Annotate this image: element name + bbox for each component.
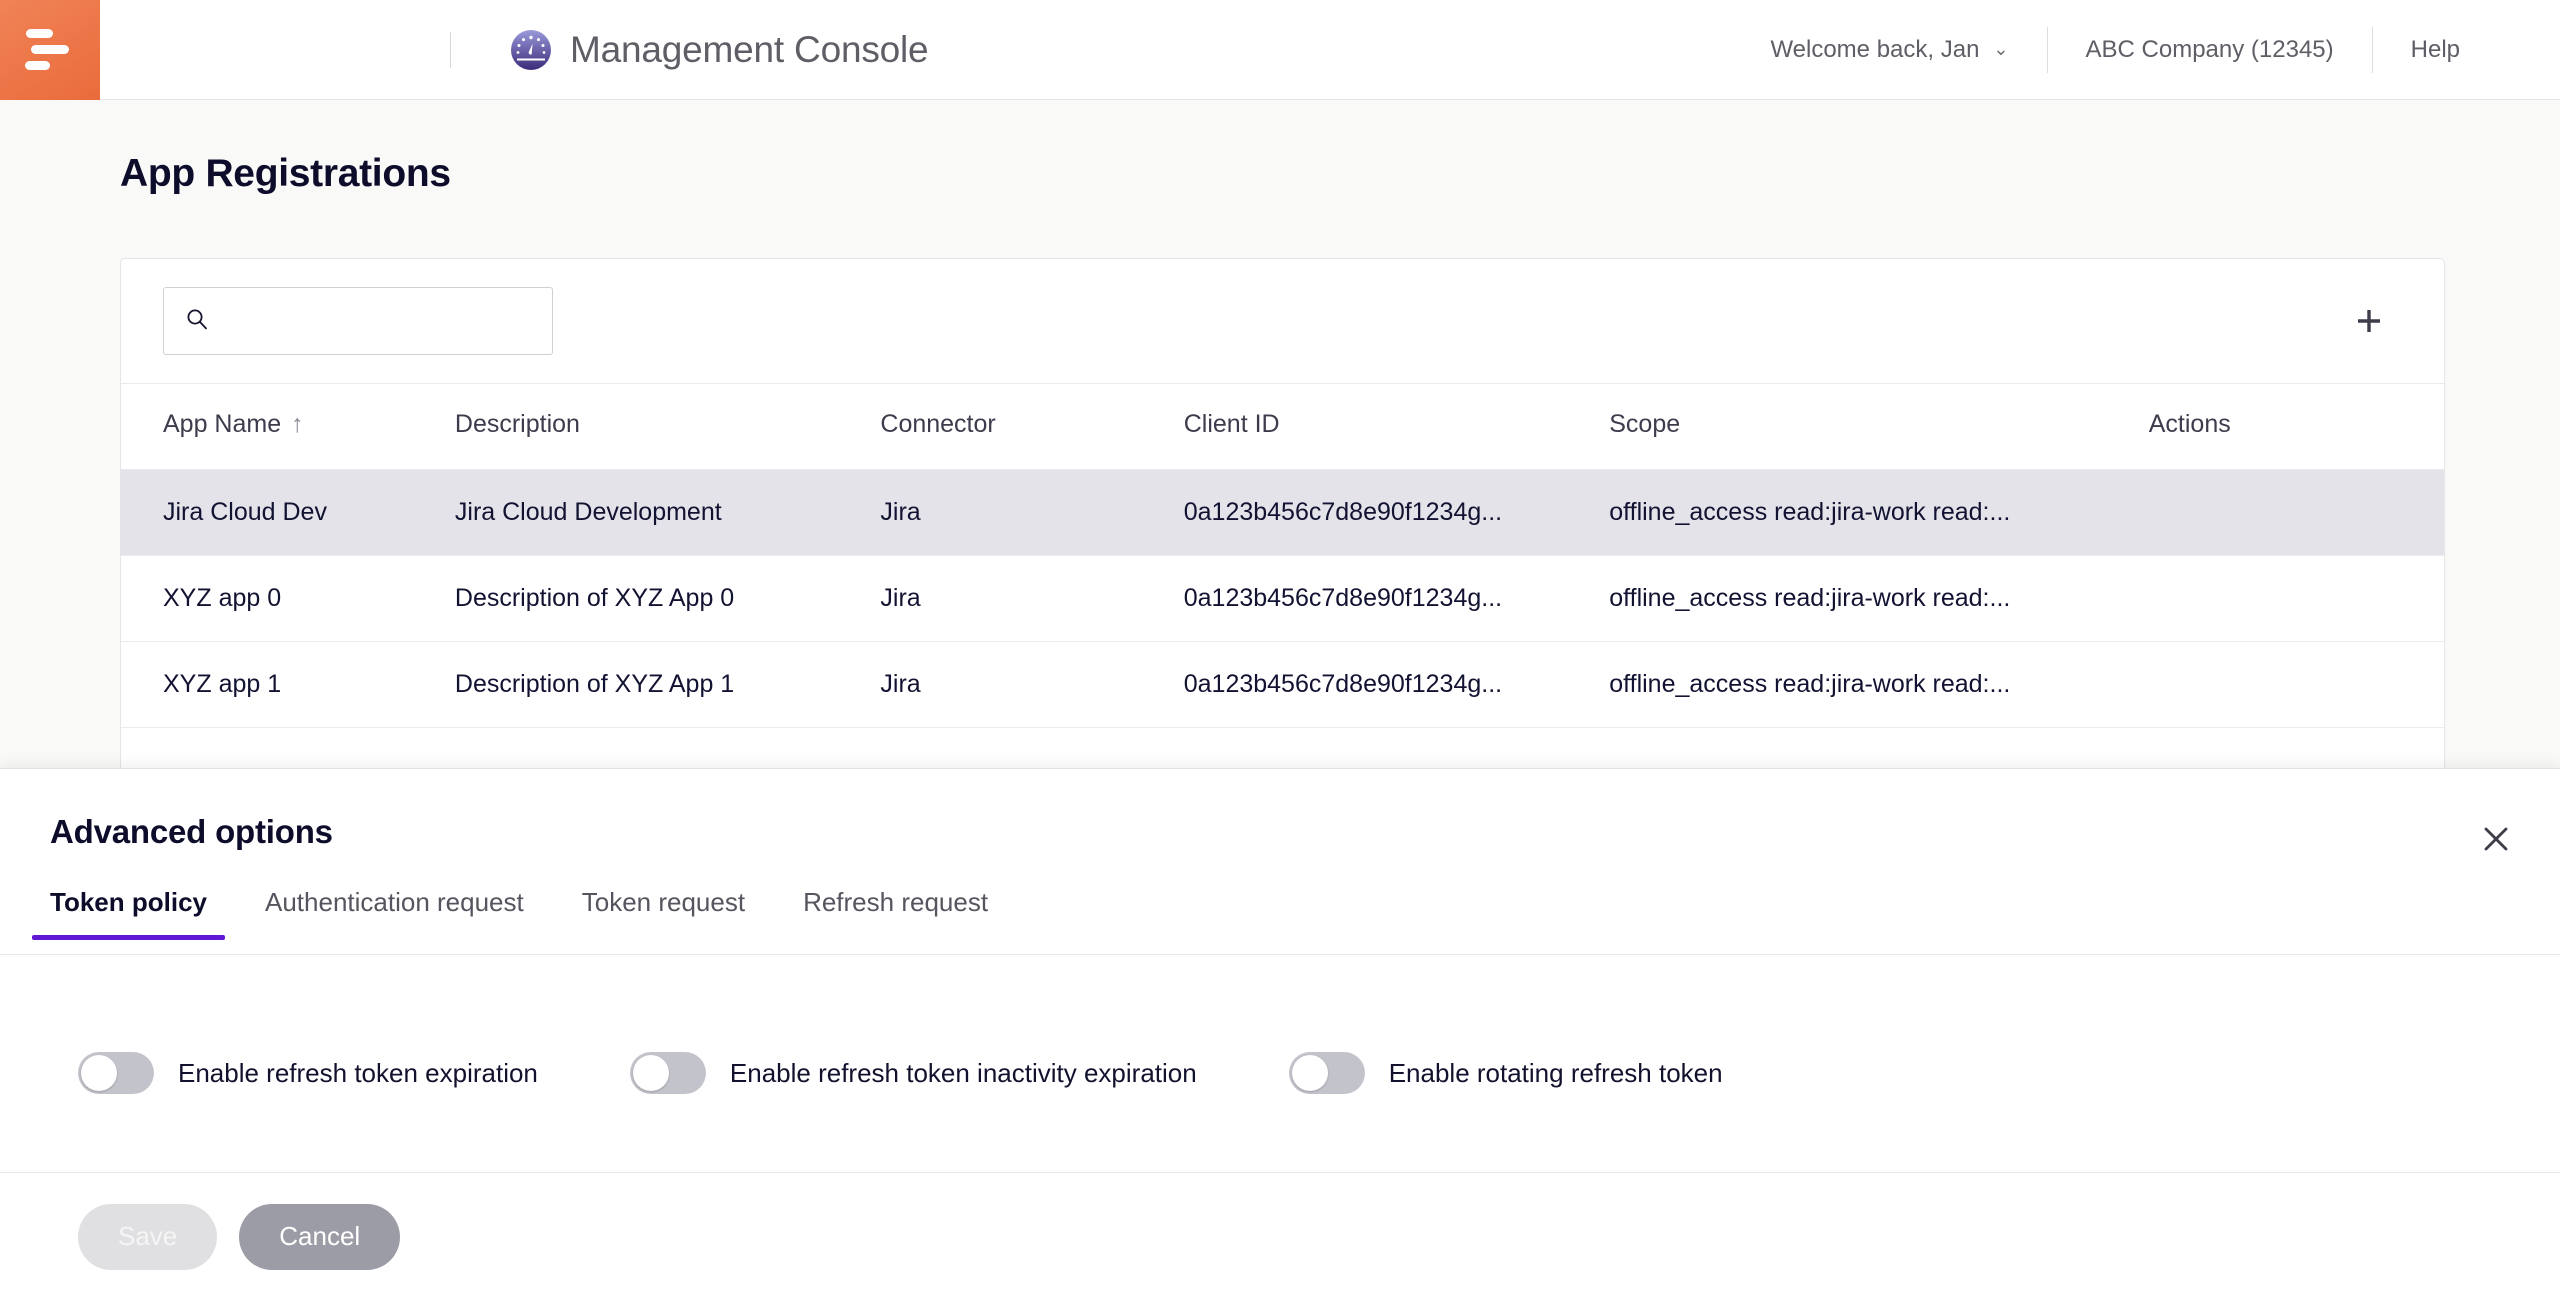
column-header-app-name-label: App Name [163,410,282,438]
cell-app-name: XYZ app 0 [121,555,455,642]
help-link[interactable]: Help [2373,36,2498,64]
cell-client-id: 0a123b456c7d8e90f1234g... [1183,555,1610,642]
column-header-description[interactable]: Description [454,383,881,470]
cell-actions[interactable] [2148,555,2444,642]
toggle-knob [632,1055,669,1091]
tab-token-request[interactable]: Token request [582,887,745,940]
gauge-logo-icon [510,29,552,71]
cell-client-id: 0a123b456c7d8e90f1234g... [1183,469,1610,556]
toggle-refresh-token-inactivity-expiration[interactable]: Enable refresh token inactivity expirati… [629,1052,1197,1094]
toggle-switch-off-icon[interactable] [1288,1052,1365,1094]
add-app-button[interactable] [2346,298,2392,344]
panel-footer: Save Cancel [0,1172,2560,1300]
topbar-divider [450,31,451,68]
toggle-label: Enable refresh token expiration [178,1057,538,1088]
column-header-app-name[interactable]: App Name ↑ [121,383,455,470]
tab-refresh-request[interactable]: Refresh request [803,887,988,940]
panel-tabs: Token policy Authentication request Toke… [0,887,2560,955]
column-header-scope[interactable]: Scope [1609,383,2149,470]
hamburger-icon-bar-2 [31,45,69,54]
advanced-options-panel: Advanced options Token policy Authentica… [0,768,2560,1300]
cell-app-name: Jira Cloud Dev [121,469,455,556]
cell-connector: Jira [880,555,1184,642]
save-button[interactable]: Save [78,1203,218,1270]
table-header-row: App Name ↑ Description Connector Client I… [121,383,2444,470]
brand: Management Console [510,28,929,71]
cell-connector: Jira [880,469,1184,556]
token-policy-toggles: Enable refresh token expiration Enable r… [0,1007,2560,1139]
search-icon [186,308,208,335]
page-body: App Registrations App Name ↑ Description… [0,100,2560,1300]
table-header: App Name ↑ Description Connector Client I… [121,383,2444,470]
toggle-knob [81,1055,117,1091]
page-title: App Registrations [120,152,451,195]
cell-client-id: 0a123b456c7d8e90f1234g... [1183,641,1610,728]
cell-description: Jira Cloud Development [454,469,881,556]
top-bar: Management Console Welcome back, Jan ⌄ A… [0,0,2560,100]
cell-description: Description of XYZ App 0 [454,555,881,642]
toggle-switch-off-icon[interactable] [78,1052,154,1094]
toggle-label: Enable rotating refresh token [1388,1057,1723,1088]
toggle-label: Enable refresh token inactivity expirati… [729,1057,1197,1088]
user-menu[interactable]: Welcome back, Jan ⌄ [1732,36,2046,64]
table-body: Jira Cloud Dev Jira Cloud Development Ji… [121,469,2444,728]
cell-app-name: XYZ app 1 [121,641,455,728]
topbar-right-actions: Welcome back, Jan ⌄ ABC Company (12345) … [1732,0,2560,100]
help-label: Help [2410,35,2460,63]
cell-scope: offline_access read:jira-work read:... [1609,641,2149,728]
close-icon [2484,827,2508,851]
cancel-button[interactable]: Cancel [239,1203,401,1270]
toggle-switch-off-icon[interactable] [629,1052,706,1094]
hamburger-menu-button[interactable] [0,0,100,100]
toggle-refresh-token-expiration[interactable]: Enable refresh token expiration [78,1052,538,1094]
tab-authentication-request[interactable]: Authentication request [265,887,524,940]
table-row[interactable]: XYZ app 1 Description of XYZ App 1 Jira … [121,641,2444,728]
cell-actions[interactable] [2148,641,2444,728]
panel-title: Advanced options [50,813,333,850]
column-header-connector[interactable]: Connector [880,383,1184,470]
sort-ascending-icon: ↑ [291,410,304,438]
column-header-actions: Actions [2148,383,2444,470]
toggle-knob [1291,1055,1328,1091]
plus-icon [2358,310,2380,332]
table-row[interactable]: XYZ app 0 Description of XYZ App 0 Jira … [121,555,2444,642]
table-row[interactable]: Jira Cloud Dev Jira Cloud Development Ji… [121,469,2444,556]
card-toolbar [121,259,2444,383]
hamburger-icon-bar-1 [25,29,53,38]
hamburger-icon-bar-3 [24,61,50,70]
column-header-client-id[interactable]: Client ID [1183,383,1610,470]
company-label: ABC Company (12345) [2085,35,2334,63]
cell-description: Description of XYZ App 1 [454,641,881,728]
chevron-down-icon: ⌄ [1993,39,2009,59]
company-selector[interactable]: ABC Company (12345) [2048,36,2372,64]
app-registrations-table: App Name ↑ Description Connector Client I… [121,383,2444,728]
app-title: Management Console [570,28,929,70]
cell-scope: offline_access read:jira-work read:... [1609,555,2149,642]
toggle-rotating-refresh-token[interactable]: Enable rotating refresh token [1288,1052,1723,1094]
cell-scope: offline_access read:jira-work read:... [1609,469,2149,556]
panel-close-button[interactable] [2474,817,2518,861]
search-box[interactable] [163,287,553,355]
cell-connector: Jira [880,641,1184,728]
search-input[interactable] [222,307,522,335]
user-menu-label: Welcome back, Jan [1770,35,1980,63]
cell-actions[interactable] [2148,469,2444,556]
tab-token-policy[interactable]: Token policy [32,887,225,940]
